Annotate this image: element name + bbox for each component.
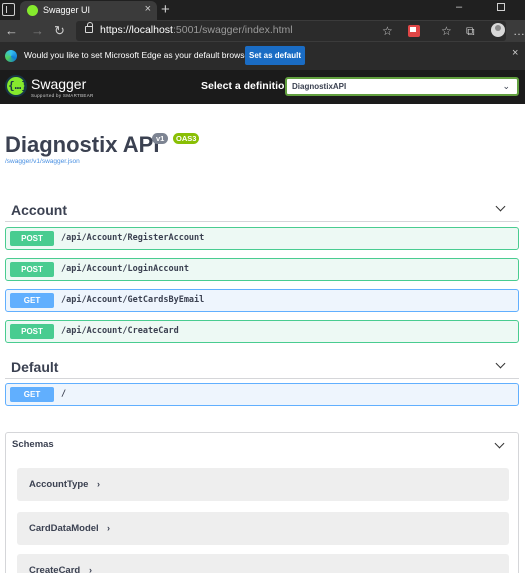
operation-path: /api/Account/LoginAccount (61, 264, 189, 274)
operation-get-root[interactable]: GET / (5, 383, 519, 406)
swagger-logo-text[interactable]: Swagger (31, 76, 86, 92)
method-badge: POST (10, 262, 54, 277)
chevron-down-icon[interactable] (495, 358, 506, 369)
new-tab-button[interactable]: + (161, 0, 170, 20)
url-text: https://localhost:5001/swagger/index.htm… (100, 24, 293, 36)
schemas-section: Schemas AccountType › CardDataModel › Cr… (5, 432, 519, 573)
swagger-logo-icon[interactable]: {…} (5, 75, 28, 97)
operation-path: / (61, 389, 67, 399)
operation-path: /api/Account/RegisterAccount (61, 233, 205, 243)
method-badge: GET (10, 387, 54, 402)
tag-default-header[interactable]: Default (5, 353, 519, 379)
operation-post-create-card[interactable]: POST /api/Account/CreateCard (5, 320, 519, 343)
tag-name: Default (11, 359, 59, 375)
api-title: Diagnostix API (5, 132, 160, 157)
spec-json-link[interactable]: /swagger/v1/swagger.json (5, 158, 80, 165)
model-card-data-model[interactable]: CardDataModel › (17, 512, 509, 545)
oas-badge: OAS3 (173, 133, 200, 144)
browser-tab-strip: Swagger UI × + – (0, 0, 525, 20)
tab-title: Swagger UI (43, 5, 91, 15)
chevron-down-icon[interactable] (494, 438, 505, 449)
operation-get-cards-by-email[interactable]: GET /api/Account/GetCardsByEmail (5, 289, 519, 312)
model-name: CreateCard (29, 565, 81, 573)
infobar-close-icon[interactable]: × (512, 47, 518, 59)
favorite-star-icon[interactable]: ☆ (382, 24, 393, 38)
swagger-logo-subtext: Supported by SMARTBEAR (31, 93, 94, 98)
edge-logo-icon (5, 50, 17, 62)
chevron-right-icon: › (97, 479, 100, 489)
operation-path: /api/Account/CreateCard (61, 326, 179, 336)
forward-arrow-icon[interactable]: → (31, 22, 44, 40)
lock-icon (85, 22, 93, 33)
swagger-favicon-icon (27, 5, 38, 16)
operation-post-login-account[interactable]: POST /api/Account/LoginAccount (5, 258, 519, 281)
collections-icon[interactable]: ⧉ (466, 24, 475, 38)
definition-selected-value: DiagnostixAPI (292, 82, 347, 91)
model-account-type[interactable]: AccountType › (17, 468, 509, 501)
definition-select[interactable]: DiagnostixAPI ⌄ (285, 77, 519, 96)
method-badge: GET (10, 293, 54, 308)
swagger-topbar: {…} Swagger Supported by SMARTBEAR Selec… (0, 70, 525, 104)
collection-icon[interactable] (408, 25, 420, 37)
chevron-right-icon: › (89, 565, 92, 573)
select-definition-label: Select a definition (201, 80, 291, 92)
chevron-down-icon[interactable] (495, 201, 506, 212)
model-name: CardDataModel (29, 523, 99, 534)
tab-actions-icon[interactable] (2, 3, 15, 16)
chevron-down-icon: ⌄ (502, 81, 510, 91)
model-create-card[interactable]: CreateCard › (17, 554, 509, 573)
method-badge: POST (10, 231, 54, 246)
minimize-icon[interactable]: – (456, 1, 466, 13)
schemas-title[interactable]: Schemas (12, 439, 54, 450)
maximize-icon[interactable] (497, 3, 505, 11)
favorites-icon[interactable]: ☆ (441, 24, 452, 38)
operation-post-register-account[interactable]: POST /api/Account/RegisterAccount (5, 227, 519, 250)
back-arrow-icon[interactable]: ← (5, 22, 18, 40)
infobar-message: Would you like to set Microsoft Edge as … (24, 50, 257, 60)
operation-path: /api/Account/GetCardsByEmail (61, 295, 205, 305)
set-as-default-button[interactable]: Set as default (245, 46, 305, 65)
model-name: AccountType (29, 479, 89, 490)
version-badge: v1 (152, 133, 169, 144)
method-badge: POST (10, 324, 54, 339)
refresh-icon[interactable]: ↻ (54, 22, 65, 40)
tab-close-icon[interactable]: × (145, 3, 151, 15)
tag-account-header[interactable]: Account (5, 196, 519, 222)
more-menu-icon[interactable]: … (513, 24, 525, 38)
chevron-right-icon: › (107, 523, 110, 533)
browser-tab[interactable]: Swagger UI × (20, 1, 157, 20)
tag-name: Account (11, 202, 67, 218)
profile-avatar-icon[interactable] (491, 23, 505, 37)
default-browser-infobar: Would you like to set Microsoft Edge as … (0, 42, 525, 70)
